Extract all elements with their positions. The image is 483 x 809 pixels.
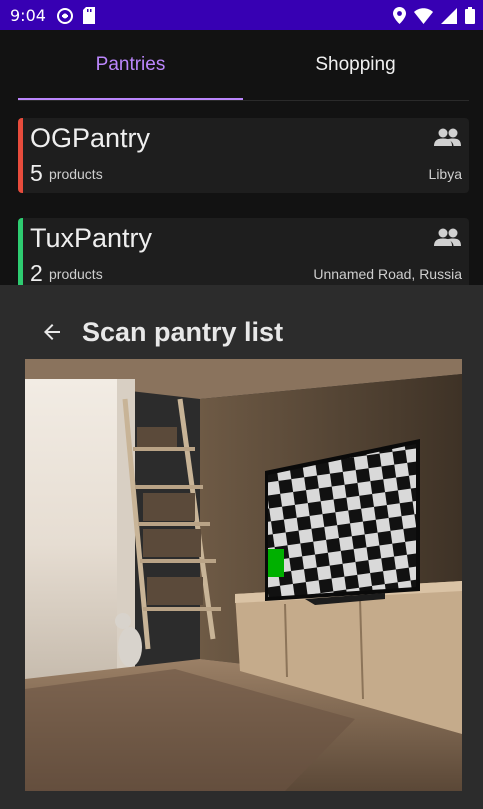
tab-shopping[interactable]: Shopping xyxy=(243,30,468,100)
arrow-back-icon[interactable] xyxy=(40,320,64,349)
pantry-color-accent xyxy=(18,118,23,193)
pantry-product-count-label: products xyxy=(49,266,103,282)
tab-pantries[interactable]: Pantries xyxy=(18,30,243,100)
location-icon xyxy=(393,7,406,24)
signal-icon xyxy=(441,7,457,24)
sd-card-icon xyxy=(82,7,96,25)
tab-indicator xyxy=(18,98,243,100)
pantry-product-count: 2 xyxy=(30,260,43,286)
pantry-location: Libya xyxy=(428,166,462,182)
tab-bar: Pantries Shopping xyxy=(18,30,469,101)
pantry-color-accent xyxy=(18,218,23,293)
group-icon xyxy=(434,128,461,151)
pantry-product-count-label: products xyxy=(49,166,103,182)
camera-preview-image xyxy=(25,359,462,791)
wifi-icon xyxy=(414,7,433,24)
pantry-product-count: 5 xyxy=(30,160,43,186)
pantry-card-tuxpantry[interactable]: TuxPantry 2 products Unnamed Road, Russi… xyxy=(18,218,469,293)
sheet-title: Scan pantry list xyxy=(82,317,284,347)
group-icon xyxy=(434,228,461,251)
status-time: 9:04 xyxy=(10,6,46,25)
tab-pantries-label: Pantries xyxy=(95,54,166,75)
scan-pantry-sheet: Scan pantry list xyxy=(0,285,483,809)
pantry-card-ogpantry[interactable]: OGPantry 5 products Libya xyxy=(18,118,469,193)
battery-icon xyxy=(465,7,475,24)
pantry-location: Unnamed Road, Russia xyxy=(313,266,462,282)
pantry-name: TuxPantry xyxy=(30,223,153,253)
tab-shopping-label: Shopping xyxy=(315,54,396,75)
status-bar: 9:04 xyxy=(0,0,483,30)
no-disturb-icon xyxy=(56,7,74,25)
pantry-name: OGPantry xyxy=(30,123,151,153)
